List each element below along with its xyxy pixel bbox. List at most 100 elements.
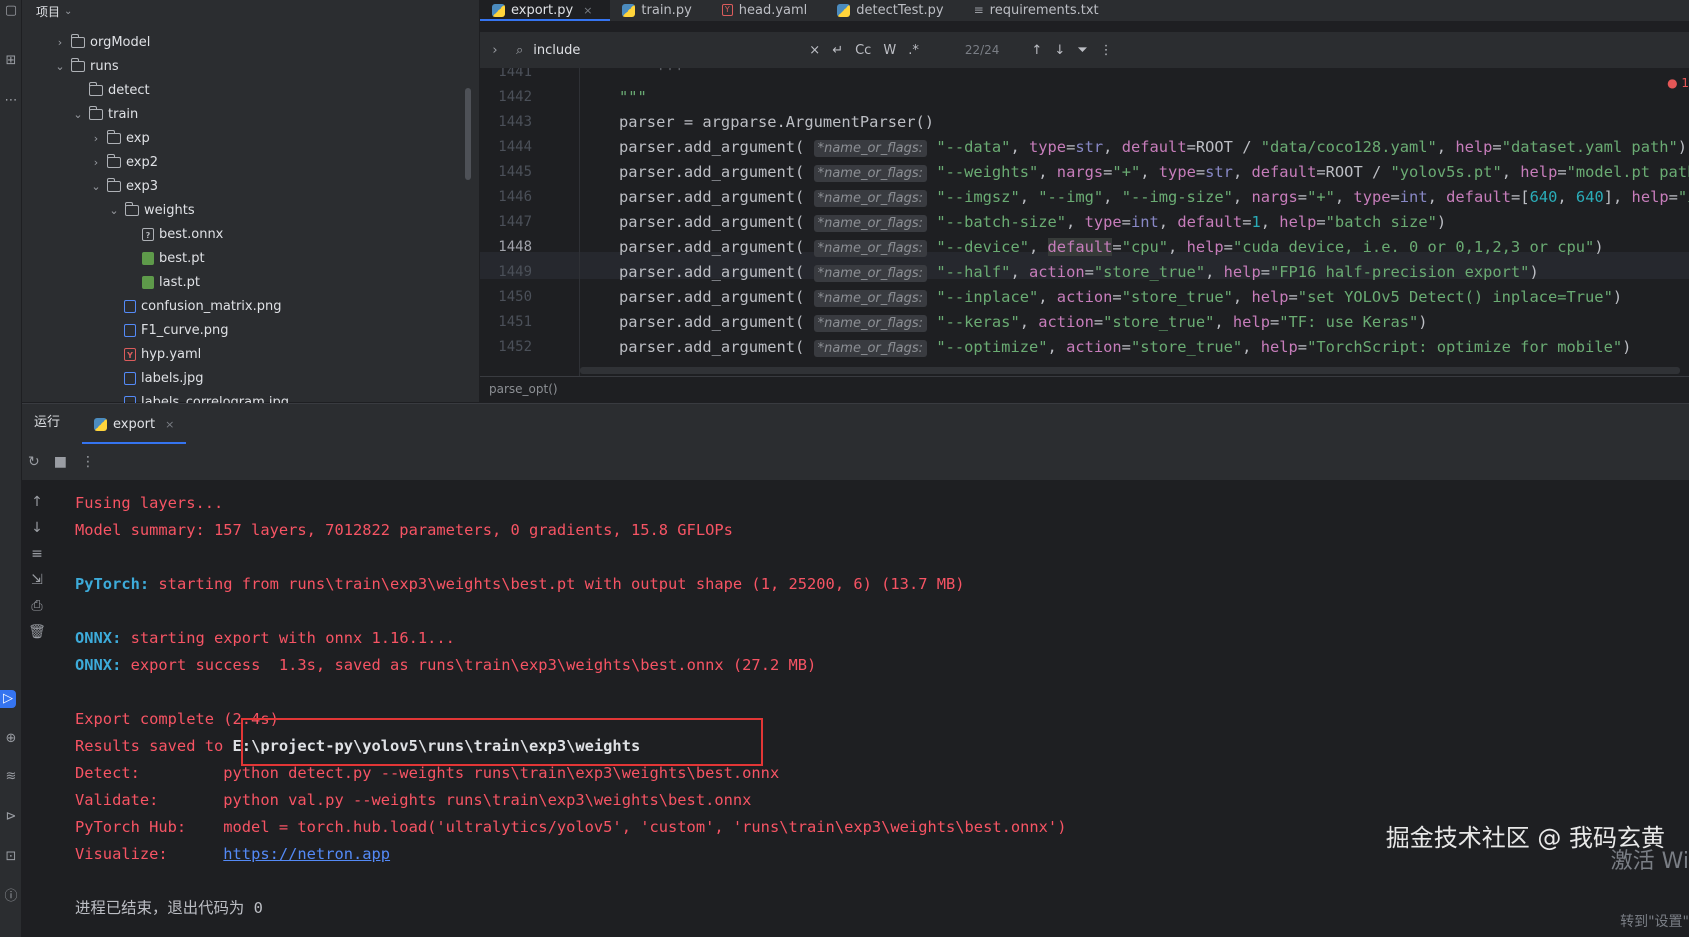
tree-item-label: confusion_matrix.png — [141, 298, 282, 314]
code-horizontal-scrollbar[interactable] — [580, 367, 1680, 374]
tree-item-label: weights — [144, 202, 195, 218]
chevron-down-icon[interactable]: ⌄ — [70, 108, 86, 121]
run-panel: 运行 export × ↻ ■ ⋮ ↑ ↓ ≡ ⇲ ⎙ 🗑 Fusing lay… — [22, 403, 1689, 937]
find-input[interactable] — [533, 42, 804, 58]
layers-icon[interactable]: ≋ — [0, 768, 22, 786]
line-number: 1446 — [498, 189, 532, 205]
run-tool-icon[interactable]: ▷ — [0, 690, 16, 708]
next-match-icon[interactable]: ↓ — [1054, 43, 1065, 58]
new-line-icon[interactable]: ↵ — [832, 43, 843, 58]
tree-item[interactable]: F1_curve.png — [22, 319, 479, 341]
editor-tab-label: detectTest.py — [856, 2, 944, 18]
line-number: 1448 — [498, 239, 532, 255]
tree-item[interactable]: ⌄ train — [22, 103, 479, 125]
trash-icon[interactable]: 🗑 — [22, 624, 52, 640]
tree-item[interactable]: ⌄ runs — [22, 55, 479, 77]
line-number: 1443 — [498, 114, 532, 130]
folder-icon — [106, 129, 121, 144]
close-icon[interactable]: × — [583, 4, 592, 17]
chevron-down-icon[interactable]: ⌄ — [52, 60, 68, 73]
scroll-to-end-icon[interactable]: ⇲ — [22, 572, 52, 588]
breadcrumb[interactable]: parse_opt() — [480, 376, 1689, 402]
print-icon[interactable]: ⎙ — [22, 598, 52, 614]
console-output[interactable]: Fusing layers... Model summary: 157 laye… — [75, 490, 1689, 937]
console-line: Fusing layers... — [75, 494, 224, 512]
yaml-icon: Y — [124, 347, 136, 361]
words-toggle[interactable]: W — [883, 43, 896, 58]
filter-icon[interactable]: ⏷ — [1077, 43, 1087, 58]
soft-wrap-icon[interactable]: ≡ — [22, 546, 52, 562]
more-options-icon[interactable]: ⋮ — [81, 454, 95, 470]
project-scrollbar[interactable] — [465, 88, 471, 180]
code-line: parser.add_argument( *name_or_flags: "--… — [619, 313, 1428, 332]
python-packages-icon[interactable]: ⊕ — [0, 730, 22, 748]
problems-icon[interactable]: ⓘ — [0, 888, 22, 906]
project-tool-icon[interactable]: ▢ — [0, 2, 22, 20]
line-number: 1447 — [498, 214, 532, 230]
tree-item[interactable]: last.pt — [22, 271, 479, 293]
editor-tab[interactable]: detectTest.py — [825, 0, 961, 21]
tree-item[interactable]: detect — [22, 79, 479, 101]
match-case-toggle[interactable]: Cc — [855, 43, 871, 58]
chevron-down-icon[interactable]: ⌄ — [106, 204, 122, 217]
tree-item[interactable]: ? best.onnx — [22, 223, 479, 245]
python-icon — [492, 3, 505, 17]
line-number: 1450 — [498, 289, 532, 305]
chevron-down-icon: ⌄ — [64, 5, 73, 17]
more-options-icon[interactable]: ⋮ — [1100, 43, 1113, 58]
services-icon[interactable]: ⊳ — [0, 808, 22, 826]
tree-item[interactable]: › orgModel — [22, 31, 479, 53]
scroll-down-icon[interactable]: ↓ — [22, 520, 52, 536]
netron-link[interactable]: https://netron.app — [223, 845, 390, 863]
structure-tool-icon[interactable]: ⊞ — [0, 52, 22, 70]
tree-item[interactable]: ⌄ weights — [22, 199, 479, 221]
scroll-up-icon[interactable]: ↑ — [22, 494, 52, 510]
tree-item[interactable]: labels.jpg — [22, 367, 479, 389]
editor-tab[interactable]: Yhead.yaml — [710, 0, 826, 21]
clear-icon[interactable]: × — [809, 43, 820, 58]
editor-tab[interactable]: export.py × — [480, 0, 611, 21]
close-icon[interactable]: × — [165, 418, 174, 431]
tree-item-label: runs — [90, 58, 119, 74]
tree-item-label: labels.jpg — [141, 370, 204, 386]
expand-replace-icon[interactable]: › — [480, 43, 510, 58]
editor-tab[interactable]: train.py — [610, 0, 709, 21]
previous-match-icon[interactable]: ↑ — [1031, 43, 1042, 58]
binary-file-icon — [142, 251, 154, 265]
tree-item-label: detect — [108, 82, 150, 98]
run-tab-export[interactable]: export × — [82, 404, 187, 444]
folder-icon — [106, 153, 121, 168]
rerun-icon[interactable]: ↻ — [28, 454, 40, 470]
tree-item[interactable]: ⌄ exp3 — [22, 175, 479, 197]
search-icon[interactable]: ⌕ — [516, 43, 523, 58]
tree-item-label: F1_curve.png — [141, 322, 229, 338]
code-area[interactable]: 1441 1442 1443 1444 1445 1446 1447 1448 1449 1450… — [480, 68, 1689, 376]
chevron-right-icon[interactable]: › — [52, 36, 68, 49]
folder-icon — [88, 105, 103, 120]
tree-item[interactable]: › exp — [22, 127, 479, 149]
tree-item[interactable]: confusion_matrix.png — [22, 295, 479, 317]
line-number-gutter: 1441 1442 1443 1444 1445 1446 1447 1448 1449 1450… — [480, 68, 570, 376]
project-header[interactable]: 项目 ⌄ — [22, 0, 479, 22]
code-line: parser.add_argument( *name_or_flags: "--… — [619, 288, 1623, 307]
folder-icon — [124, 201, 139, 216]
chevron-down-icon[interactable]: ⌄ — [88, 180, 104, 193]
chevron-right-icon[interactable]: › — [88, 132, 104, 145]
tree-item[interactable]: Yhyp.yaml — [22, 343, 479, 365]
editor-tab[interactable]: ≡ requirements.txt — [962, 0, 1117, 21]
tree-item-label: best.onnx — [159, 226, 224, 242]
folder-icon — [70, 33, 85, 48]
image-file-icon — [124, 299, 136, 313]
line-number: 1445 — [498, 164, 532, 180]
exit-status-line: 进程已结束，退出代码为 0 — [75, 899, 263, 917]
console-line: ONNX: export success 1.3s, saved as runs… — [75, 656, 817, 674]
tree-item[interactable]: best.pt — [22, 247, 479, 269]
more-tools-icon[interactable]: ⋯ — [0, 92, 22, 110]
code-line: parser.add_argument( *name_or_flags: "--… — [619, 263, 1539, 282]
chevron-right-icon[interactable]: › — [88, 156, 104, 169]
console-line: Model summary: 157 layers, 7012822 param… — [75, 521, 733, 539]
tree-item[interactable]: › exp2 — [22, 151, 479, 173]
regex-toggle[interactable]: .* — [908, 43, 919, 58]
terminal-icon[interactable]: ⊡ — [0, 848, 22, 866]
stop-icon[interactable]: ■ — [54, 454, 67, 470]
